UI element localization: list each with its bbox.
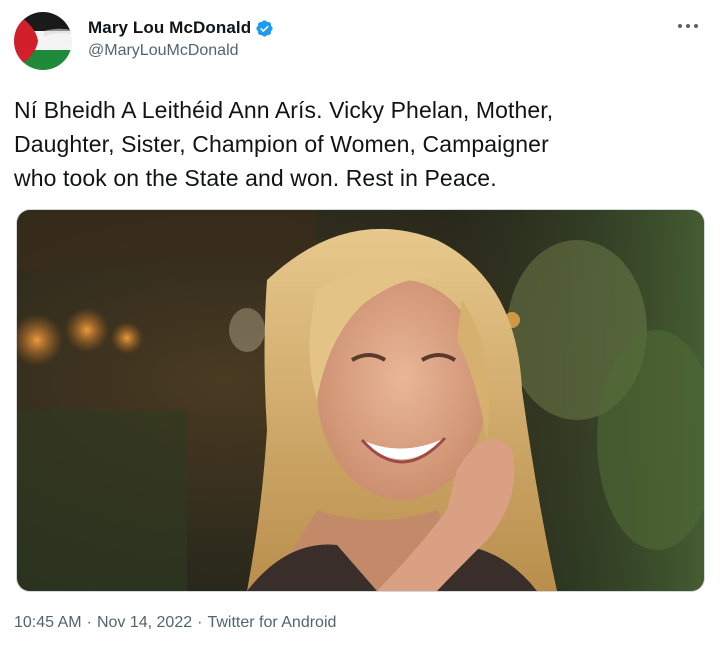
tweet-text: Ní Bheidh A Leithéid Ann Arís. Vicky Phe… [14,97,554,191]
more-options-button[interactable] [674,16,702,36]
tweet-date[interactable]: Nov 14, 2022 [97,614,192,632]
verified-badge-icon [255,19,274,38]
photo-smiling-woman-icon [17,210,704,591]
author-names: Mary Lou McDonald @MaryLouMcDonald [88,16,274,60]
tweet-card: Mary Lou McDonald @MaryLouMcDonald Ní Bh… [0,0,720,650]
display-name[interactable]: Mary Lou McDonald [88,18,251,38]
more-options-icon [678,24,698,28]
tweet-source[interactable]: Twitter for Android [207,614,336,632]
tweet-time[interactable]: 10:45 AM [14,614,82,632]
palestine-flag-avatar-icon [14,12,72,70]
display-name-row: Mary Lou McDonald [88,16,274,40]
tweet-header: Mary Lou McDonald @MaryLouMcDonald [14,12,704,74]
tweet-metadata: 10:45 AM · Nov 14, 2022 · Twitter for An… [14,614,336,632]
separator: · [197,614,203,631]
separator: · [86,614,92,631]
tweet-photo[interactable] [16,209,705,592]
avatar[interactable] [14,12,72,70]
author-handle[interactable]: @MaryLouMcDonald [88,42,274,60]
